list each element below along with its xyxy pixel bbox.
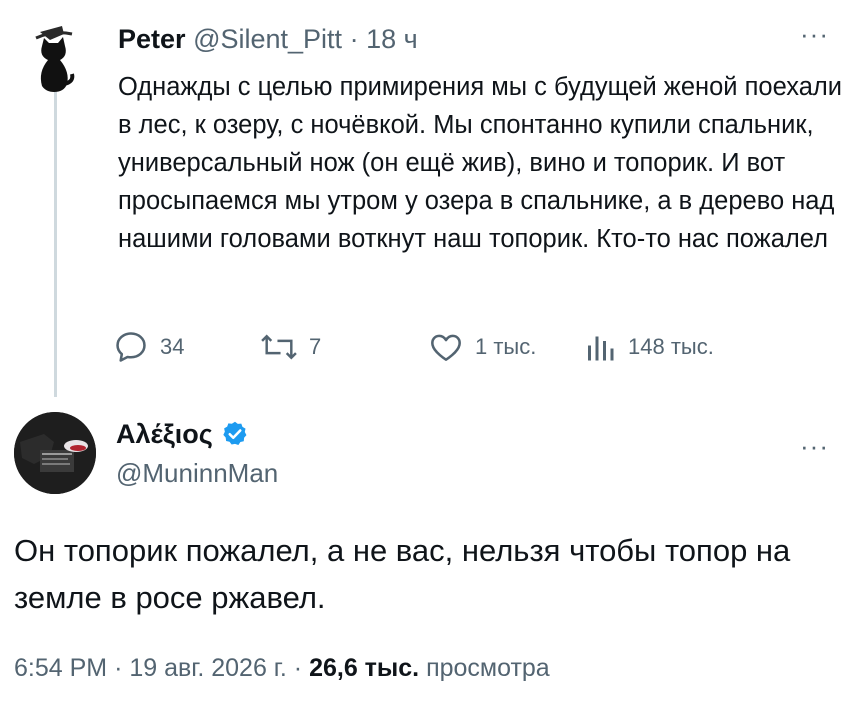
author-handle[interactable]: @MuninnMan	[116, 457, 278, 489]
repost-icon	[261, 334, 297, 360]
like-button[interactable]: 1 тыс.	[427, 328, 536, 366]
tweet1-text: Однажды с целью примирения мы с будущей …	[118, 73, 842, 253]
repost-button[interactable]: 7	[259, 328, 321, 366]
meta-separator: ·	[114, 654, 123, 682]
analytics-icon	[588, 336, 614, 361]
tweet-time[interactable]: 18 ч	[366, 24, 418, 54]
avatar-image-icon	[14, 412, 96, 494]
header-separator: ·	[349, 24, 359, 54]
views-button[interactable]: 148 тыс.	[582, 328, 714, 366]
avatar-alexios[interactable]	[14, 412, 96, 494]
repost-count: 7	[309, 334, 322, 359]
meta-separator: ·	[293, 654, 303, 682]
verified-badge-icon[interactable]	[221, 420, 249, 448]
tweet2-meta: 6:54 PM · 19 авг. 2026 г. · 26,6 тыс. пр…	[14, 652, 550, 684]
reply-button[interactable]: 34	[112, 328, 184, 366]
author-handle[interactable]: @Silent_Pitt	[193, 24, 342, 54]
like-count: 1 тыс.	[475, 334, 537, 359]
more-options-icon[interactable]: ···	[800, 433, 829, 459]
tweet2-author: Αλέξιος	[116, 418, 249, 450]
author-name[interactable]: Peter	[118, 24, 186, 54]
tweet1-header: Peter @Silent_Pitt · 18 ч	[118, 22, 418, 56]
tweet1-actions: 34 7 1 тыс. 148 тыс.	[112, 328, 812, 368]
views-label: просмотра	[426, 654, 550, 682]
thread-connector	[54, 92, 57, 397]
tweet-time[interactable]: 6:54 PM	[14, 654, 107, 682]
reply-icon	[116, 332, 146, 362]
heart-icon	[431, 334, 461, 361]
cat-silhouette-icon	[35, 26, 75, 92]
tweet2-text: Он топорик пожалел, а не вас, нельзя что…	[14, 533, 791, 615]
reply-count: 34	[160, 334, 185, 359]
views-count: 26,6 тыс.	[309, 654, 420, 682]
tweet-date[interactable]: 19 авг. 2026 г.	[129, 654, 286, 682]
avatar-peter[interactable]	[14, 16, 94, 96]
author-name[interactable]: Αλέξιος	[116, 418, 213, 450]
view-count: 148 тыс.	[628, 334, 714, 359]
more-options-icon[interactable]: ···	[800, 21, 829, 47]
